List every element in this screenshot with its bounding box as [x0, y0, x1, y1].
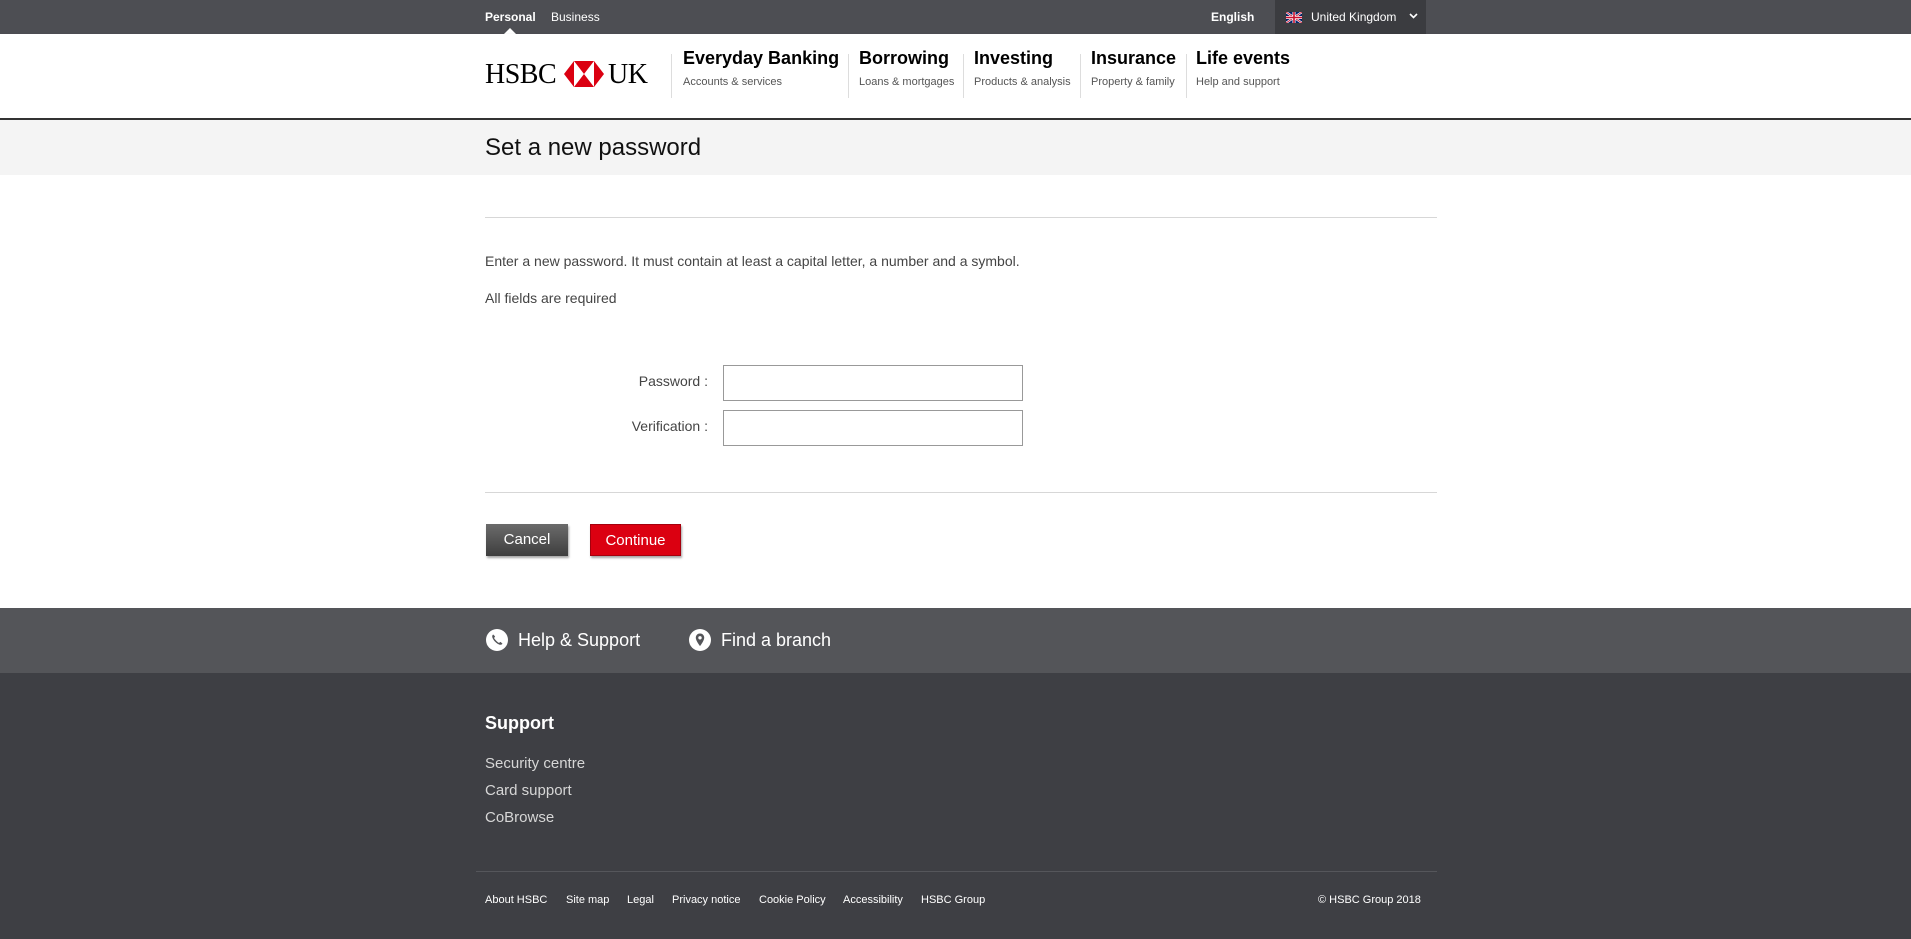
nav-subtitle: Products & analysis — [974, 76, 1071, 88]
find-branch-link[interactable]: Find a branch — [689, 628, 839, 652]
copyright: © HSBC Group 2018 — [1318, 894, 1421, 906]
chevron-down-icon — [1409, 13, 1418, 19]
nav-subtitle: Help and support — [1196, 76, 1280, 88]
logo-text-uk: UK — [608, 59, 648, 90]
region-selector[interactable]: United Kingdom — [1275, 0, 1426, 34]
language-selector[interactable]: English — [1211, 0, 1254, 34]
nav-divider — [1080, 54, 1081, 98]
verification-input[interactable] — [723, 410, 1023, 446]
nav-subtitle: Accounts & services — [683, 76, 783, 88]
nav-everyday-banking[interactable]: Everyday Banking Accounts & services — [683, 47, 839, 97]
top-utility-bar: Personal Business English United Kingdom — [0, 0, 1911, 34]
divider — [485, 492, 1437, 493]
nav-divider — [848, 54, 849, 98]
footer-link-cookie-policy[interactable]: Cookie Policy — [759, 894, 826, 906]
continue-button[interactable]: Continue — [590, 524, 681, 556]
help-band: Help & Support Find a branch — [0, 608, 1911, 673]
footer-link-about-hsbc[interactable]: About HSBC — [485, 894, 547, 906]
page-title: Set a new password — [485, 134, 702, 161]
nav-title: Investing — [974, 48, 1054, 68]
phone-icon — [486, 629, 508, 651]
nav-title: Life events — [1196, 48, 1291, 68]
nav-divider — [1186, 54, 1187, 98]
footer-link-site-map[interactable]: Site map — [566, 894, 609, 906]
region-label: United Kingdom — [1311, 10, 1397, 24]
nav-divider — [671, 54, 672, 98]
footer-link-security-centre[interactable]: Security centre — [485, 755, 585, 772]
find-branch-label: Find a branch — [721, 630, 832, 650]
logo-text-hsbc: HSBC — [485, 59, 557, 90]
verification-label: Verification : — [631, 418, 708, 434]
page: Personal Business English United Kingdom… — [0, 0, 1911, 939]
nav-borrowing[interactable]: Borrowing Loans & mortgages — [859, 47, 954, 97]
nav-title: Borrowing — [859, 48, 949, 68]
tab-personal[interactable]: Personal — [485, 0, 536, 34]
nav-investing[interactable]: Investing Products & analysis — [974, 47, 1071, 97]
footer-link-hsbc-group[interactable]: HSBC Group — [921, 894, 985, 906]
cancel-button[interactable]: Cancel — [486, 524, 568, 556]
uk-flag-icon — [1286, 12, 1302, 23]
footer-link-privacy-notice[interactable]: Privacy notice — [672, 894, 740, 906]
page-title-band: Set a new password — [0, 120, 1911, 175]
footer-link-legal[interactable]: Legal — [627, 894, 654, 906]
footer-link-accessibility[interactable]: Accessibility — [843, 894, 903, 906]
nav-title: Everyday Banking — [683, 48, 840, 68]
footer-link-cobrowse[interactable]: CoBrowse — [485, 809, 554, 826]
help-support-link[interactable]: Help & Support — [486, 628, 646, 652]
nav-insurance[interactable]: Insurance Property & family — [1091, 47, 1176, 97]
password-label: Password : — [638, 373, 708, 389]
nav-subtitle: Loans & mortgages — [859, 76, 955, 88]
nav-life-events[interactable]: Life events Help and support — [1196, 47, 1290, 97]
tab-business[interactable]: Business — [551, 0, 600, 34]
nav-subtitle: Property & family — [1091, 76, 1175, 88]
hsbc-hexagon-icon — [564, 61, 604, 87]
password-instructions: Enter a new password. It must contain at… — [485, 253, 1020, 269]
required-fields-note: All fields are required — [485, 290, 617, 306]
footer-divider — [476, 871, 1437, 872]
nav-divider — [963, 54, 964, 98]
nav-title: Insurance — [1091, 48, 1177, 68]
help-support-label: Help & Support — [518, 630, 641, 650]
footer: Support Security centre Card support CoB… — [0, 673, 1911, 939]
password-input[interactable] — [723, 365, 1023, 401]
support-heading: Support — [485, 713, 554, 733]
location-pin-icon — [689, 629, 711, 651]
footer-link-card-support[interactable]: Card support — [485, 782, 572, 799]
main-header: HSBC UK Everyday Banking Accounts & serv… — [0, 34, 1911, 120]
divider — [485, 217, 1437, 218]
